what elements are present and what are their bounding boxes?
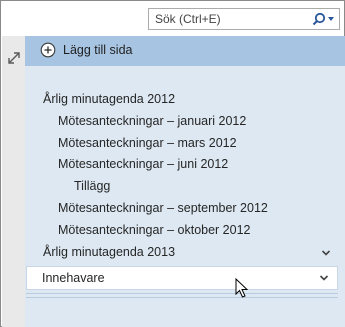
page-item-level2[interactable]: Mötesanteckningar – januari 2012 xyxy=(58,114,246,128)
search-box[interactable]: Sök (Ctrl+E) xyxy=(148,8,340,30)
search-icon[interactable] xyxy=(310,11,336,27)
owner-page-item[interactable]: Innehavare xyxy=(26,266,338,290)
page-item-level2[interactable]: Mötesanteckningar – oktober 2012 xyxy=(58,223,251,237)
page-item-level2[interactable]: Mötesanteckningar – september 2012 xyxy=(58,201,268,215)
page-item-level3[interactable]: Tillägg xyxy=(74,179,110,193)
page-item-level2[interactable]: Mötesanteckningar – juni 2012 xyxy=(58,157,228,171)
page-item-level1[interactable]: Årlig minutagenda 2012 xyxy=(43,92,175,106)
onenote-pages-pane: Sök (Ctrl+E) Lägg till sida Årlig minuta… xyxy=(0,0,345,327)
drag-indicator-line xyxy=(26,297,338,298)
expand-arrows-icon[interactable] xyxy=(7,51,21,65)
chevron-down-icon[interactable] xyxy=(319,274,329,282)
page-item-level2[interactable]: Mötesanteckningar – mars 2012 xyxy=(58,136,237,150)
chevron-down-icon[interactable] xyxy=(321,249,331,257)
collapse-strip xyxy=(2,36,25,327)
add-page-label: Lägg till sida xyxy=(63,43,133,57)
plus-circle-icon xyxy=(40,42,56,58)
page-item-level1[interactable]: Årlig minutagenda 2013 xyxy=(43,245,175,259)
mouse-pointer-icon xyxy=(235,278,249,298)
owner-label: Innehavare xyxy=(42,271,105,285)
add-page-button[interactable]: Lägg till sida xyxy=(25,36,345,66)
drag-indicator-line xyxy=(26,293,338,294)
search-input[interactable]: Sök (Ctrl+E) xyxy=(155,12,221,26)
